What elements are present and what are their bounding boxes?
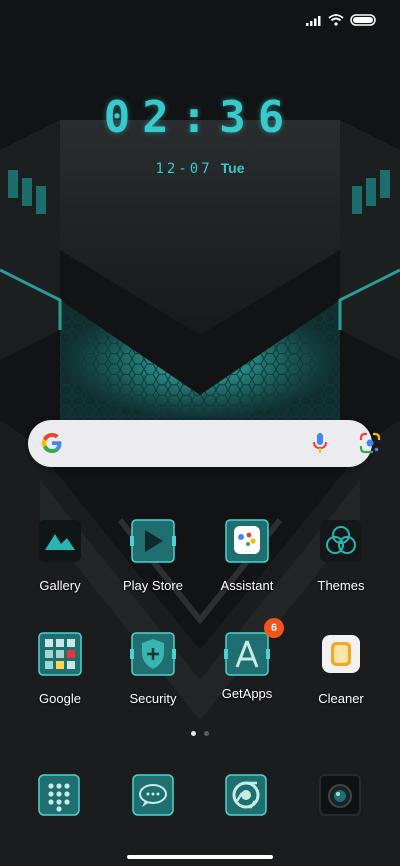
clock-time[interactable]: 02:36: [0, 92, 400, 143]
date-text: 12-07: [155, 161, 213, 177]
app-label: GetApps: [221, 686, 273, 701]
app-label: Play Store: [123, 578, 183, 593]
page-dot: [204, 731, 209, 736]
dock-camera[interactable]: [295, 773, 385, 822]
play-store-icon: [130, 519, 176, 563]
app-gallery[interactable]: Gallery: [15, 518, 105, 593]
app-play-store[interactable]: Play Store: [108, 518, 198, 593]
google-logo-icon: [42, 433, 62, 453]
page-indicator: [0, 731, 400, 736]
camera-icon: [319, 774, 361, 816]
google-lens-icon[interactable]: [359, 432, 381, 454]
signal-icon: [306, 15, 321, 26]
phone-dialpad-icon: [38, 774, 80, 816]
day-text: Tue: [220, 160, 245, 176]
notification-badge: 6: [264, 618, 284, 638]
getapps-icon-wrap: 6: [224, 618, 284, 677]
app-label: Themes: [317, 578, 365, 593]
app-google-folder[interactable]: Google: [15, 631, 105, 706]
app-label: Google: [39, 691, 81, 706]
messages-icon: [132, 774, 174, 816]
status-bar: [306, 14, 376, 26]
microphone-icon[interactable]: [312, 432, 328, 454]
home-indicator[interactable]: [127, 855, 273, 859]
app-getapps[interactable]: 6 GetApps: [202, 618, 292, 701]
clock-date[interactable]: 12-07 Tue: [0, 160, 400, 177]
cleaner-icon: [322, 635, 360, 673]
dock-messages[interactable]: [108, 773, 198, 822]
app-cleaner[interactable]: Cleaner: [296, 631, 386, 706]
dock-chrome[interactable]: [201, 773, 291, 822]
google-search-bar[interactable]: [28, 420, 381, 467]
app-label: Gallery: [39, 578, 81, 593]
gallery-icon: [39, 520, 81, 562]
app-assistant[interactable]: Assistant: [202, 518, 292, 593]
chrome-icon: [225, 774, 267, 816]
app-security[interactable]: Security: [108, 631, 198, 706]
getapps-icon: [224, 632, 270, 676]
page-dot-active: [191, 731, 196, 736]
app-label: Cleaner: [318, 691, 364, 706]
wifi-icon: [328, 14, 344, 26]
assistant-icon: [225, 519, 269, 563]
battery-icon: [350, 14, 376, 26]
dock-phone[interactable]: [14, 773, 104, 822]
app-label: Assistant: [220, 578, 274, 593]
themes-icon: [320, 520, 362, 562]
app-label: Security: [129, 691, 177, 706]
security-shield-icon: [130, 632, 176, 676]
app-themes[interactable]: Themes: [296, 518, 386, 593]
google-folder-icon: [38, 632, 82, 676]
